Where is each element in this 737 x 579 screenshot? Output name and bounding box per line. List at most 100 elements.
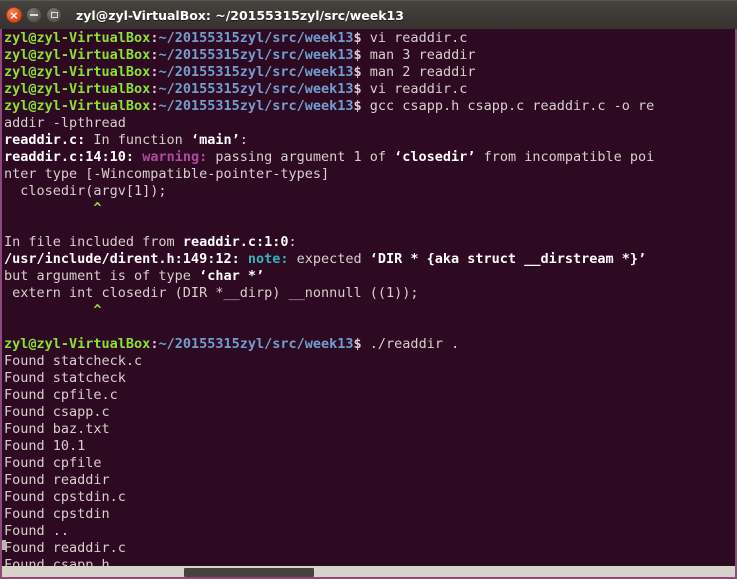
terminal-line: Found 10.1 xyxy=(4,438,735,455)
terminal-line: Found baz.txt xyxy=(4,421,735,438)
terminal-line: nter type [-Wincompatible-pointer-types] xyxy=(4,166,735,183)
close-icon: × xyxy=(9,8,19,22)
terminal-command: ./readdir . xyxy=(369,336,460,352)
terminal-line: addir -lpthread xyxy=(4,115,735,132)
terminal-command: gcc csapp.h csapp.c readdir.c -o re xyxy=(369,98,655,114)
terminal-segment: ‘main’ xyxy=(190,132,240,148)
terminal-segment xyxy=(240,251,248,267)
terminal-segment: ‘DIR * {aka struct __dirstream *}’ xyxy=(369,251,647,267)
prompt-dollar: $ xyxy=(353,47,370,63)
terminal-text: Found statcheck xyxy=(4,370,126,386)
terminal-segment: expected xyxy=(288,251,370,267)
terminal-segment: readdir.c: xyxy=(4,132,86,148)
terminal-line: Found .. xyxy=(4,523,735,540)
terminal-line: Found cpfile xyxy=(4,455,735,472)
terminal-segment: : xyxy=(239,132,248,148)
caret-marker: ^ xyxy=(4,200,102,216)
prompt-path: ~/20155315zyl/src/week13 xyxy=(158,47,354,63)
terminal-window: × zyl@zyl-VirtualBox: ~/20155315zyl/src/… xyxy=(0,0,737,579)
close-button[interactable]: × xyxy=(6,7,22,23)
prompt-path: ~/20155315zyl/src/week13 xyxy=(158,336,354,352)
prompt-user: zyl@zyl-VirtualBox xyxy=(4,98,151,114)
terminal-text: Found readdir xyxy=(4,472,110,488)
minimize-icon xyxy=(30,14,38,16)
terminal-text: Found cpfile xyxy=(4,455,102,471)
terminal-segment: note: xyxy=(247,251,289,267)
terminal-text: Found baz.txt xyxy=(4,421,110,437)
terminal-line: /usr/include/dirent.h:149:12: note: expe… xyxy=(4,251,735,268)
terminal-prompt-line: zyl@zyl-VirtualBox:~/20155315zyl/src/wee… xyxy=(4,336,735,353)
prompt-path: ~/20155315zyl/src/week13 xyxy=(158,81,354,97)
terminal-text: Found readdir.c xyxy=(4,540,126,556)
prompt-path: ~/20155315zyl/src/week13 xyxy=(158,98,354,114)
terminal-text: nter type [-Wincompatible-pointer-types] xyxy=(4,166,330,182)
terminal-segment: but argument is of type xyxy=(4,268,200,284)
terminal-text: Found cpstdin.c xyxy=(4,489,126,505)
terminal-line: extern int closedir (DIR *__dirp) __nonn… xyxy=(4,285,735,302)
prompt-user: zyl@zyl-VirtualBox xyxy=(4,336,151,352)
terminal-line: closedir(argv[1]); xyxy=(4,183,735,200)
prompt-path: ~/20155315zyl/src/week13 xyxy=(158,64,354,80)
terminal-command: man 2 readdir xyxy=(369,64,476,80)
terminal-line: In file included from readdir.c:1:0: xyxy=(4,234,735,251)
horizontal-scrollbar-thumb[interactable] xyxy=(184,568,314,577)
terminal-line: readdir.c: In function ‘main’: xyxy=(4,132,735,149)
prompt-dollar: $ xyxy=(353,98,370,114)
terminal-segment: In file included from xyxy=(4,234,183,250)
terminal-text: Found csapp.c xyxy=(4,404,110,420)
window-titlebar[interactable]: × zyl@zyl-VirtualBox: ~/20155315zyl/src/… xyxy=(0,0,737,29)
prompt-dollar: $ xyxy=(353,30,370,46)
terminal-output[interactable]: zyl@zyl-VirtualBox: ~/20155315zyl/src/wee… xyxy=(2,29,735,566)
terminal-prompt-line: zyl@zyl-VirtualBox:~/20155315zyl/src/wee… xyxy=(4,98,735,115)
terminal-segment: from incompatible poi xyxy=(475,149,655,165)
terminal-segment: In function xyxy=(85,132,191,148)
terminal-line: Found cpstdin.c xyxy=(4,489,735,506)
terminal-line: Found statcheck xyxy=(4,370,735,387)
terminal-prompt-line: zyl@zyl-VirtualBox:~/20155315zyl/src/wee… xyxy=(4,30,735,47)
terminal-text: Found csapp.h xyxy=(4,557,110,566)
terminal-line: Found statcheck.c xyxy=(4,353,735,370)
prompt-dollar: $ xyxy=(353,64,370,80)
terminal-text: closedir(argv[1]); xyxy=(4,183,167,199)
terminal-line: Found cpstdin xyxy=(4,506,735,523)
terminal-segment: ‘closedir’ xyxy=(394,149,476,165)
prompt-user: zyl@zyl-VirtualBox xyxy=(4,64,151,80)
terminal-line: ^ xyxy=(4,200,735,217)
terminal-segment: readdir.c:1:0 xyxy=(182,234,289,250)
terminal-viewport[interactable]: zyl@zyl-VirtualBox: ~/20155315zyl/src/wee… xyxy=(0,29,737,566)
terminal-segment: warning: xyxy=(142,149,208,165)
terminal-command: man 3 readdir xyxy=(369,47,476,63)
terminal-prompt-line: zyl@zyl-VirtualBox:~/20155315zyl/src/wee… xyxy=(4,47,735,64)
scroll-marker xyxy=(2,540,6,550)
terminal-line: Found readdir xyxy=(4,472,735,489)
terminal-line: Found cpfile.c xyxy=(4,387,735,404)
terminal-line: Found csapp.h xyxy=(4,557,735,566)
terminal-line: but argument is of type ‘char *’ xyxy=(4,268,735,285)
maximize-button[interactable] xyxy=(46,7,62,23)
terminal-text: addir -lpthread xyxy=(4,115,126,131)
prompt-user: zyl@zyl-VirtualBox xyxy=(4,47,151,63)
terminal-text: Found 10.1 xyxy=(4,438,86,454)
minimize-button[interactable] xyxy=(26,7,42,23)
window-title: zyl@zyl-VirtualBox: ~/20155315zyl/src/we… xyxy=(76,7,404,23)
terminal-command: vi readdir.c xyxy=(369,30,468,46)
terminal-segment: passing argument 1 of xyxy=(207,149,395,165)
terminal-segment: readdir.c:14:10: xyxy=(4,149,135,165)
terminal-line: ^ xyxy=(4,302,735,319)
terminal-text: Found .. xyxy=(4,523,70,539)
terminal-segment: : xyxy=(288,234,297,250)
terminal-line: readdir.c:14:10: warning: passing argume… xyxy=(4,149,735,166)
horizontal-scrollbar[interactable] xyxy=(0,566,737,579)
prompt-user: zyl@zyl-VirtualBox xyxy=(4,81,151,97)
terminal-prompt-line: zyl@zyl-VirtualBox:~/20155315zyl/src/wee… xyxy=(4,81,735,98)
terminal-segment: /usr/include/dirent.h:149:12: xyxy=(4,251,240,267)
caret-marker: ^ xyxy=(4,302,102,318)
terminal-text: Found cpstdin xyxy=(4,506,110,522)
prompt-dollar: $ xyxy=(353,336,370,352)
terminal-command: vi readdir.c xyxy=(369,81,468,97)
terminal-segment xyxy=(134,149,142,165)
terminal-line: Found csapp.c xyxy=(4,404,735,421)
terminal-segment: ‘char *’ xyxy=(199,268,265,284)
